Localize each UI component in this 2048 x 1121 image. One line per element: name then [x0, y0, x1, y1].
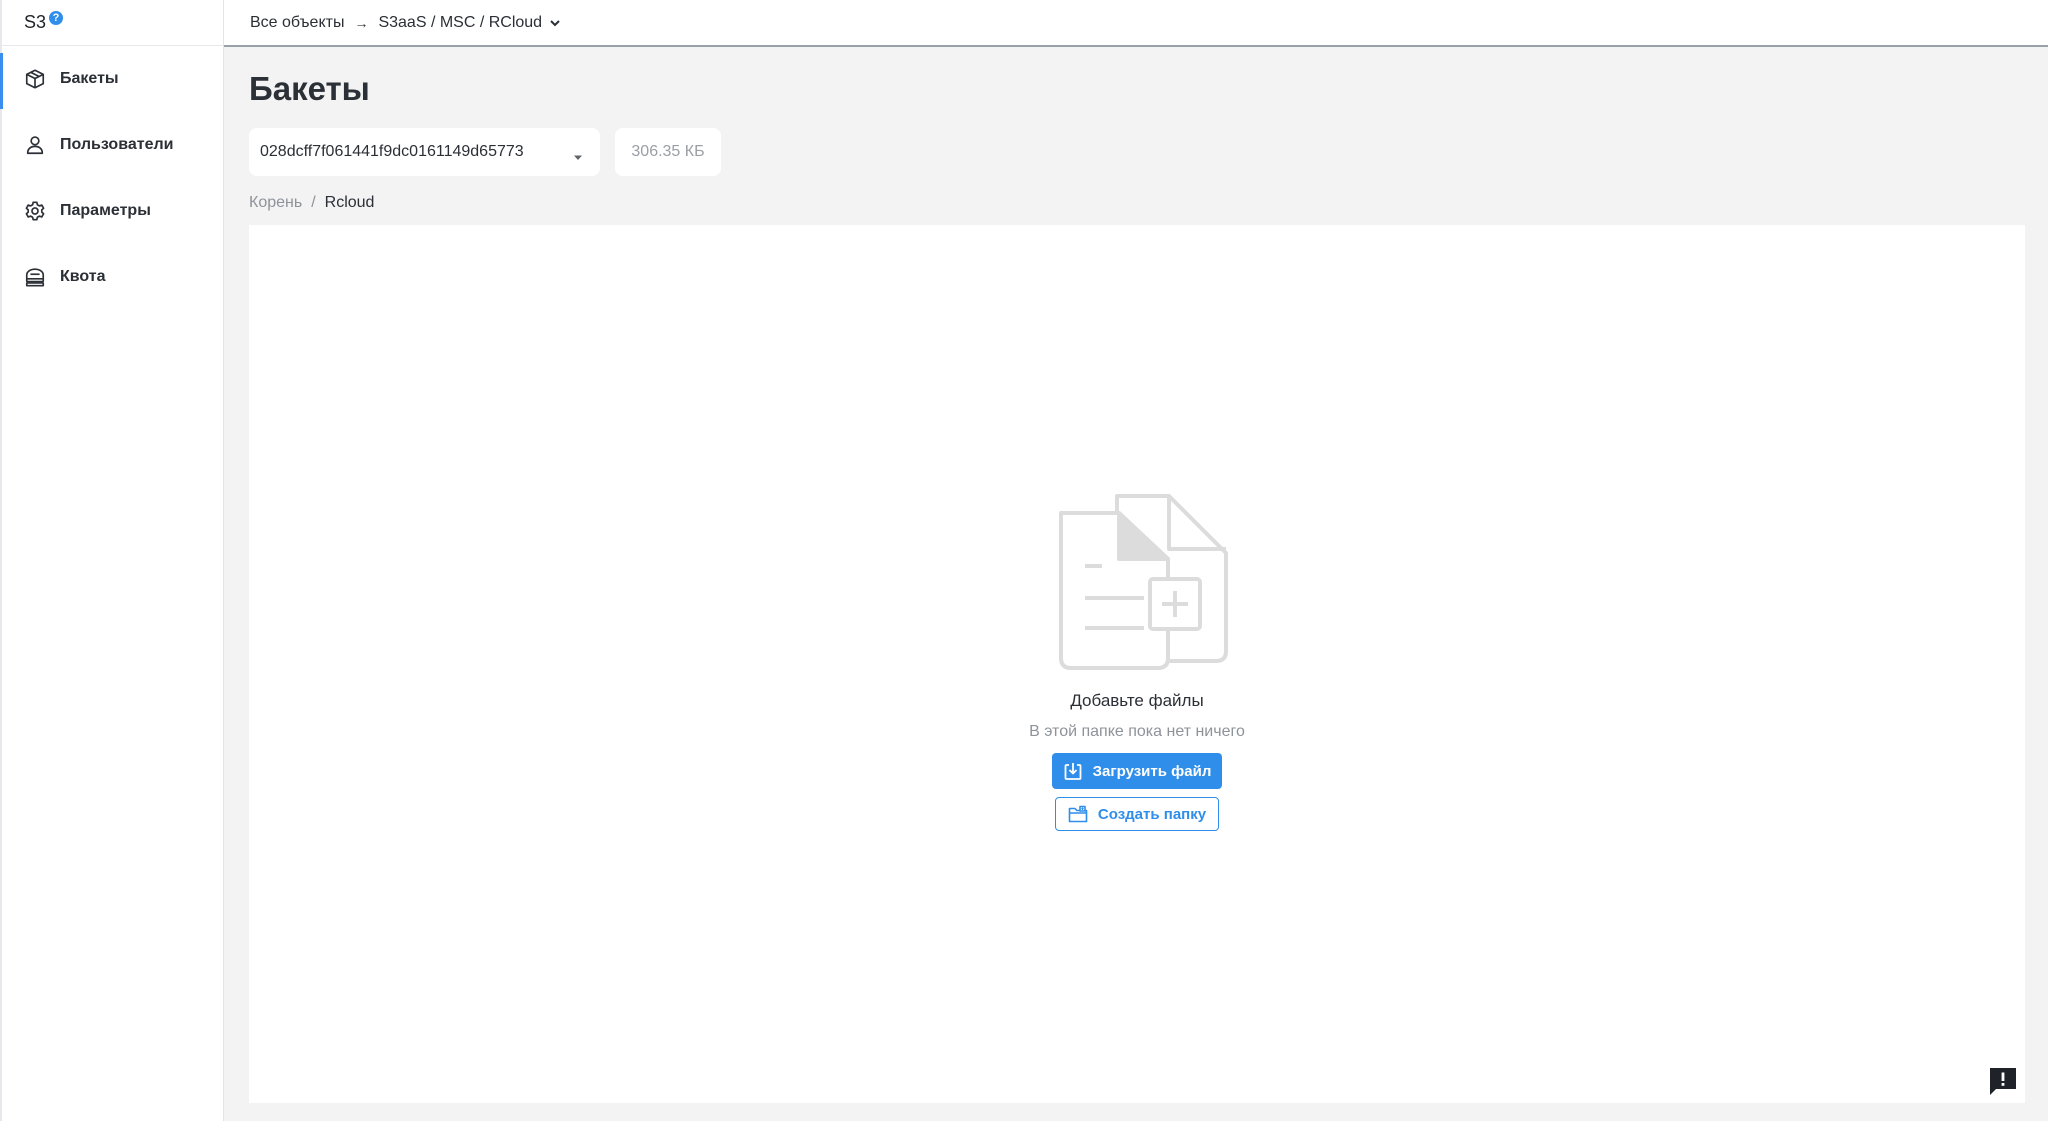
empty-state-subtitle: В этой папке пока нет ничего — [1029, 723, 1245, 740]
project-path: S3aaS / MSC / RCloud — [378, 13, 543, 31]
sidebar-item-users[interactable]: Пользователи — [2, 115, 224, 175]
sidebar: S3 ? Бакеты Пользователи Параметры Квота — [0, 0, 224, 1121]
breadcrumb-separator: / — [311, 194, 316, 211]
feedback-icon[interactable] — [1988, 1066, 2018, 1096]
chevron-down-icon — [548, 16, 562, 30]
top-breadcrumb-bar: Все объекты → S3aaS / MSC / RCloud — [224, 0, 2048, 47]
empty-folder-icon — [1045, 493, 1229, 676]
help-icon[interactable]: ? — [49, 11, 64, 25]
project-selector[interactable]: S3aaS / MSC / RCloud — [378, 14, 562, 32]
breadcrumb-root[interactable]: Корень — [249, 194, 302, 211]
caret-down-icon — [572, 149, 584, 167]
logo-text: S3 — [24, 12, 47, 32]
bucket-size-badge: 306.35 КБ — [615, 128, 721, 176]
sidebar-item-settings[interactable]: Параметры — [2, 181, 224, 241]
create-folder-label: Создать папку — [1097, 805, 1207, 823]
sidebar-item-label: Пользователи — [60, 136, 174, 153]
arrow-right-icon: → — [354, 14, 369, 31]
upload-file-label: Загрузить файл — [1092, 762, 1212, 780]
page-title: Бакеты — [249, 70, 370, 107]
breadcrumb: Корень / Rcloud — [249, 194, 374, 212]
all-objects-link[interactable]: Все объекты — [250, 14, 344, 32]
user-icon — [24, 134, 46, 156]
bucket-select-value: 028dcff7f061441f9dc0161149d65773 — [260, 143, 524, 160]
create-folder-button[interactable]: Создать папку — [1055, 797, 1219, 831]
app-logo[interactable]: S3 ? — [2, 0, 223, 46]
breadcrumb-current: Rcloud — [324, 194, 375, 211]
gear-icon — [24, 200, 46, 222]
sidebar-item-label: Параметры — [60, 202, 151, 219]
folder-plus-icon — [1068, 805, 1088, 823]
upload-file-button[interactable]: Загрузить файл — [1052, 753, 1222, 789]
file-list-area: Добавьте файлы В этой папке пока нет нич… — [249, 225, 2025, 1103]
upload-icon — [1064, 763, 1082, 780]
box-icon — [24, 68, 46, 90]
sidebar-item-buckets[interactable]: Бакеты — [0, 49, 224, 109]
empty-state-title: Добавьте файлы — [1070, 691, 1204, 710]
sidebar-item-quota[interactable]: Квота — [2, 247, 224, 307]
sidebar-item-label: Квота — [60, 268, 106, 285]
bucket-select[interactable]: 028dcff7f061441f9dc0161149d65773 — [249, 128, 600, 176]
quota-icon — [24, 266, 46, 288]
sidebar-item-label: Бакеты — [60, 70, 119, 87]
